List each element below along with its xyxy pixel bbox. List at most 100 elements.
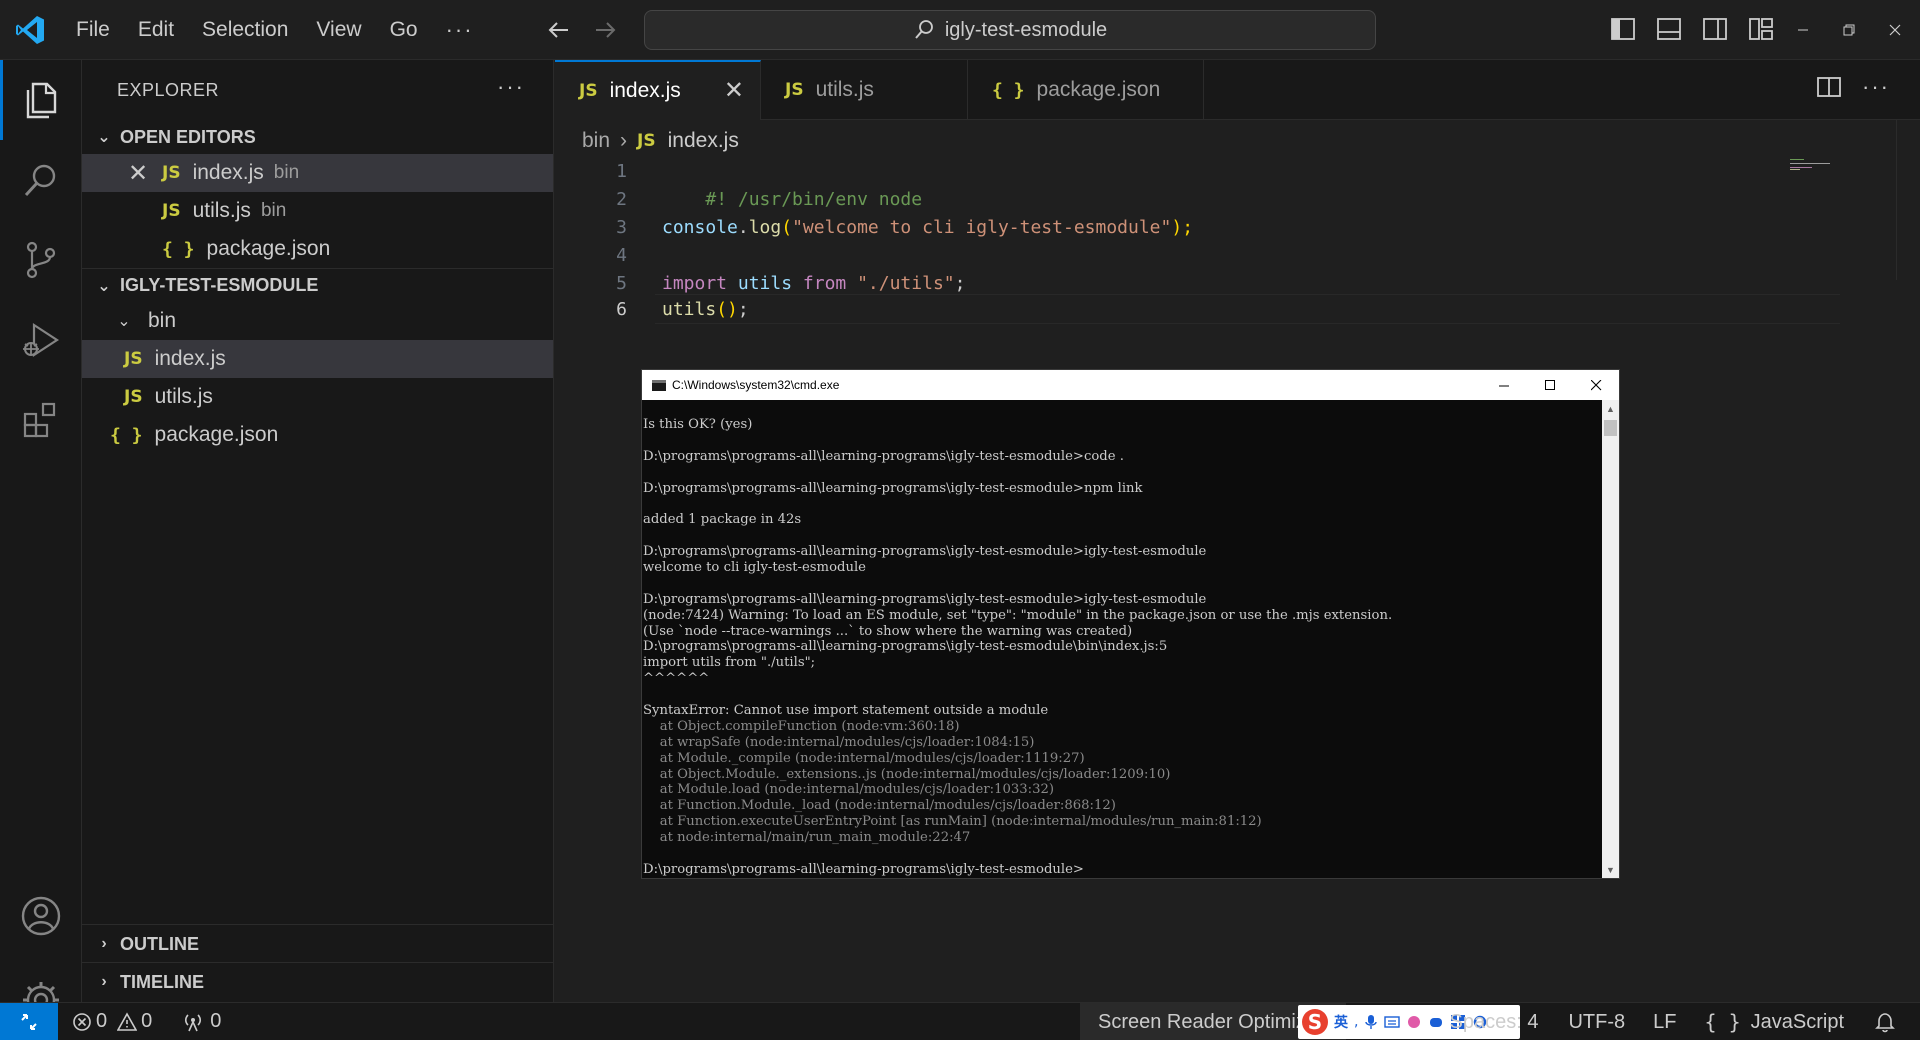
- encoding-indicator[interactable]: UTF-8: [1554, 1003, 1639, 1040]
- scroll-thumb[interactable]: [1604, 420, 1617, 436]
- customize-layout-icon[interactable]: [1746, 14, 1776, 44]
- cmd-output-line: at Function.executeUserEntryPoint [as ru…: [643, 814, 1262, 830]
- timeline-section[interactable]: › TIMELINE: [82, 962, 554, 1001]
- ime-logo: S: [1302, 1009, 1328, 1035]
- tree-file-index[interactable]: JS index.js: [82, 340, 553, 378]
- cmd-output-line: [643, 433, 1603, 449]
- encoding-label: UTF-8: [1568, 1010, 1626, 1033]
- open-editors-section[interactable]: ⌄ OPEN EDITORS: [82, 120, 553, 154]
- chevron-down-icon: ⌄: [117, 313, 131, 330]
- language-indicator[interactable]: { } JavaScript: [1691, 1003, 1859, 1040]
- cmd-close-button[interactable]: [1573, 370, 1619, 400]
- skin-icon[interactable]: [1406, 1014, 1422, 1030]
- breadcrumb-file[interactable]: index.js: [668, 129, 739, 153]
- cmd-scrollbar[interactable]: ▲ ▼: [1602, 400, 1619, 878]
- notifications-button[interactable]: [1858, 1003, 1920, 1040]
- restore-icon: [1843, 24, 1855, 36]
- activity-explorer[interactable]: [0, 60, 82, 140]
- explorer-more-button[interactable]: ···: [497, 74, 525, 100]
- menu-bar: File Edit Selection View Go ···: [62, 0, 488, 60]
- menu-file[interactable]: File: [62, 0, 124, 60]
- line-number: 1: [616, 161, 627, 182]
- toggle-panel-icon[interactable]: [1654, 14, 1684, 44]
- cmd-maximize-button[interactable]: [1527, 370, 1573, 400]
- js-file-icon: JS: [785, 80, 804, 100]
- restore-button[interactable]: [1826, 10, 1872, 50]
- open-editor-item-package[interactable]: { } package.json: [82, 230, 553, 268]
- tree-file-utils[interactable]: JS utils.js: [82, 378, 553, 416]
- files-icon: [26, 82, 57, 119]
- menu-more-button[interactable]: ···: [432, 17, 488, 43]
- broadcast-icon: [185, 1013, 202, 1031]
- activity-run-debug[interactable]: [0, 300, 82, 380]
- activity-source-control[interactable]: [0, 220, 82, 300]
- toggle-primary-sidebar-icon[interactable]: [1608, 14, 1638, 44]
- cmd-app-icon: [652, 379, 666, 391]
- language-icon: { }: [1704, 1010, 1741, 1034]
- open-editor-item-utils[interactable]: JS utils.js bin: [82, 192, 553, 230]
- remote-button[interactable]: [0, 1002, 58, 1040]
- screen-reader-label: Screen Reader Optimized: [1098, 1010, 1329, 1033]
- toggle-secondary-sidebar-icon[interactable]: [1700, 14, 1730, 44]
- cmd-output-line: import utils from "./utils";: [643, 655, 816, 671]
- editor-scrollbar[interactable]: [1896, 120, 1920, 280]
- minimap[interactable]: [1788, 158, 1848, 178]
- tab-utils-js[interactable]: JS utils.js: [761, 60, 968, 120]
- cmd-title-bar[interactable]: C:\Windows\system32\cmd.exe: [642, 370, 1619, 400]
- close-window-button[interactable]: [1872, 10, 1918, 50]
- microphone-icon[interactable]: [1364, 1014, 1378, 1030]
- punctuation-icon[interactable]: ,: [1354, 1014, 1358, 1030]
- keyboard-icon[interactable]: [1384, 1015, 1401, 1029]
- cmd-output-line: [643, 496, 1603, 512]
- ports-indicator[interactable]: 0: [162, 1003, 231, 1040]
- tab-package-json[interactable]: { } package.json: [968, 60, 1204, 120]
- maximize-icon: [1544, 379, 1555, 390]
- cmd-output[interactable]: Is this OK? (yes) D:\programs\programs-al…: [642, 400, 1603, 878]
- menu-selection[interactable]: Selection: [188, 0, 302, 60]
- indentation-indicator[interactable]: Spaces: 4: [1424, 1003, 1554, 1040]
- project-section[interactable]: ⌄ IGLY-TEST-ESMODULE: [82, 268, 553, 302]
- cmd-output-line: D:\programs\programs-all\learning-progra…: [643, 639, 1168, 655]
- scroll-up-icon[interactable]: ▲: [1602, 400, 1619, 417]
- open-editor-item-index[interactable]: ✕ JS index.js bin: [82, 154, 553, 192]
- command-center-search[interactable]: igly-test-esmodule: [644, 10, 1376, 50]
- chevron-down-icon: ⌄: [97, 277, 111, 295]
- navigation-arrows: [548, 22, 616, 38]
- menu-edit[interactable]: Edit: [124, 0, 188, 60]
- open-editor-folder: bin: [273, 162, 300, 183]
- editor-more-button[interactable]: ···: [1862, 74, 1890, 100]
- minimize-button[interactable]: [1780, 10, 1826, 50]
- cmd-output-line: SyntaxError: Cannot use import statement…: [643, 703, 1049, 719]
- menu-go[interactable]: Go: [376, 0, 432, 60]
- eol-indicator[interactable]: LF: [1639, 1003, 1690, 1040]
- folder-bin[interactable]: ⌄ bin: [82, 302, 553, 340]
- cmd-output-line: (node:7424) Warning: To load an ES modul…: [643, 607, 1393, 623]
- close-tab-icon[interactable]: ✕: [724, 76, 744, 105]
- activity-accounts[interactable]: [0, 876, 82, 956]
- tree-file-package[interactable]: { } package.json: [82, 416, 553, 454]
- js-file-icon: JS: [579, 81, 598, 101]
- cmd-minimize-button[interactable]: [1481, 370, 1527, 400]
- scroll-down-icon[interactable]: ▼: [1602, 861, 1619, 878]
- forward-arrow-icon[interactable]: [596, 22, 616, 38]
- code-editor[interactable]: 1 2 3 4 5 6 #! /usr/bin/env node console…: [555, 158, 1840, 358]
- activity-search[interactable]: [0, 140, 82, 220]
- split-editor-icon[interactable]: [1816, 74, 1842, 100]
- close-icon[interactable]: ✕: [128, 159, 148, 188]
- breadcrumb-folder[interactable]: bin: [582, 129, 610, 153]
- problems-indicator[interactable]: 0 0: [58, 1003, 162, 1040]
- account-icon: [21, 896, 61, 936]
- code-token: utils: [662, 299, 717, 320]
- outline-section[interactable]: › OUTLINE: [82, 924, 554, 963]
- outline-label: OUTLINE: [120, 933, 199, 954]
- tab-index-js[interactable]: JS index.js ✕: [555, 60, 761, 120]
- activity-extensions[interactable]: [0, 380, 82, 460]
- menu-view[interactable]: View: [302, 0, 375, 60]
- cmd-output-line: at Object.Module._extensions..js (node:i…: [643, 766, 1171, 782]
- code-token: (: [781, 217, 793, 238]
- ime-language[interactable]: 英: [1334, 1012, 1348, 1032]
- back-arrow-icon[interactable]: [548, 22, 568, 38]
- project-label: IGLY-TEST-ESMODULE: [120, 275, 319, 295]
- code-token: ): [727, 299, 738, 320]
- chevron-right-icon: ›: [101, 935, 107, 952]
